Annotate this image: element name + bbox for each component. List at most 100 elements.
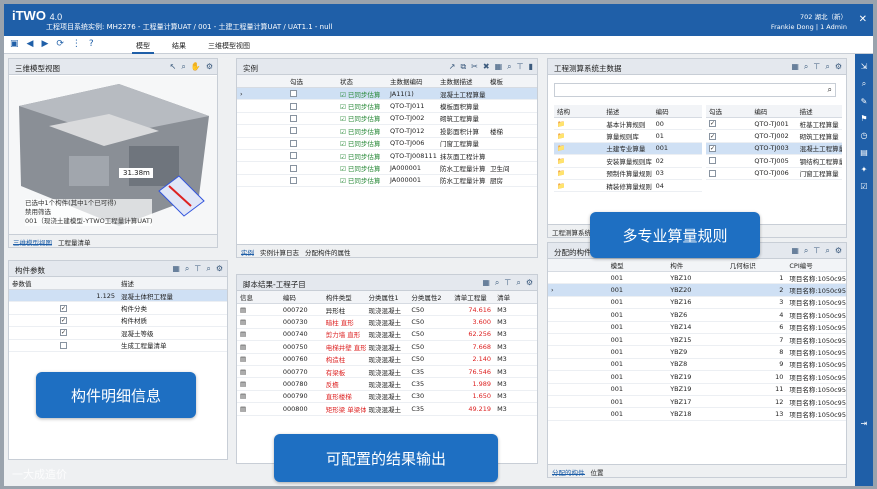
zoom-icon[interactable]: ⌕ <box>206 264 210 274</box>
table-row[interactable]: 001YBZ64项目名称:1050c95a-9d3 <box>548 308 846 322</box>
column-header[interactable]: 描述 <box>118 277 227 290</box>
table-row[interactable]: ☑ 已同步估算 QTO-TJ012 投影面积计算 楼梯 <box>237 124 537 138</box>
table-row[interactable]: 001YBZ1911项目名称:1050c95a-9d3 <box>548 383 846 396</box>
search-icon[interactable]: ⌕ <box>507 62 511 72</box>
table-row[interactable]: ▤ 000790 直形楼梯 现浇混凝土 C30 1.650 M3 <box>237 390 537 404</box>
checkbox[interactable] <box>290 176 297 184</box>
share-icon[interactable]: ↗ <box>449 62 456 72</box>
zoom-icon[interactable]: ⌕ <box>516 278 520 288</box>
table-row[interactable]: ✓ 构件材质 <box>9 314 227 328</box>
select-icon[interactable]: ↖ <box>170 62 177 72</box>
table-row[interactable]: 001YBZ101项目名称:1050c95a-9d3 <box>548 271 846 285</box>
instance-tab-2[interactable]: 分配构件的属性 <box>305 247 351 257</box>
grid-icon[interactable]: ▦ <box>172 264 180 274</box>
forward-icon[interactable]: ▶ <box>41 39 48 49</box>
search-icon[interactable]: ⌕ <box>862 79 866 89</box>
column-header[interactable]: 分类属性2 <box>408 291 452 304</box>
checkbox[interactable] <box>290 90 297 98</box>
table-row[interactable]: 001YBZ163项目名称:1050c95a-9d3 <box>548 296 846 310</box>
grid-icon[interactable]: ▦ <box>791 246 799 256</box>
tab-1[interactable]: 结果 <box>168 40 190 54</box>
checklist-icon[interactable]: ☑ <box>860 182 867 191</box>
table-row[interactable]: 001YBZ98项目名称:1050c95a-9d3 <box>548 345 846 359</box>
table-row[interactable]: 001YBZ146项目名称:1050c95a-9d3 <box>548 321 846 334</box>
column-header[interactable]: 勾选 <box>287 75 337 88</box>
checkbox[interactable] <box>290 127 297 135</box>
document-icon[interactable]: ▤ <box>860 148 868 157</box>
table-row[interactable]: ☑ 已同步估算 JA000001 防水工程量计算 卫生间 <box>237 161 537 175</box>
model3d-tab-1[interactable]: 工程量清单 <box>58 237 91 247</box>
user-info[interactable]: 702 湖北（新） Frankie Dong | 1 Admin <box>771 12 847 32</box>
table-row[interactable]: ▤ 000740 剪力墙 直形 现浇混凝土 C50 62.256 M3 <box>237 328 537 342</box>
back-icon[interactable]: ◀ <box>27 39 34 49</box>
grid-icon[interactable]: ▦ <box>791 62 799 72</box>
tab-2[interactable]: 三维模型视图 <box>204 40 254 54</box>
help-icon[interactable]: ? <box>89 39 94 49</box>
search-input[interactable]: ⌕ <box>554 83 836 97</box>
table-row[interactable]: ▤ 000730 暗柱 直形 现浇混凝土 C50 3.600 M3 <box>237 315 537 329</box>
column-header[interactable]: CPI编号 <box>786 259 846 272</box>
clock-icon[interactable]: ◷ <box>861 131 868 140</box>
table-row[interactable]: ✓ QTO-TJ001 桩基工程算量 <box>706 117 842 131</box>
table-row[interactable]: ▤ 000770 有梁板 现浇混凝土 C35 76.546 M3 <box>237 365 537 379</box>
column-header[interactable]: 清单工程量 <box>451 291 495 304</box>
search-icon[interactable]: ⌕ <box>495 278 499 288</box>
filter-icon[interactable]: ⊤ <box>813 246 820 256</box>
column-header[interactable] <box>548 259 608 272</box>
table-row[interactable]: ▤ 000750 电梯井壁 直形 现浇混凝土 C50 7.668 M3 <box>237 340 537 354</box>
table-row[interactable]: › ☑ 已同步估算 JA11(1) 混凝土工程算量 <box>237 87 537 101</box>
search-icon[interactable]: ⌕ <box>804 246 808 256</box>
table-row[interactable]: ☑ 已同步估算 QTO-TJ002 砌筑工程算量 <box>237 112 537 126</box>
column-header[interactable]: 几何标识 <box>726 259 787 272</box>
filter-icon[interactable]: ⊤ <box>194 264 201 274</box>
bookmark-icon[interactable]: ▮ <box>529 62 533 72</box>
tree-row[interactable]: 📁 预制件算量规则 03 <box>554 167 702 180</box>
assigned-tab-0[interactable]: 分配的构件 <box>552 467 585 477</box>
hand-icon[interactable]: ✋ <box>191 62 201 72</box>
table-row[interactable]: 001YBZ1813项目名称:1050c95a-9d3 <box>548 407 846 421</box>
table-row[interactable]: 001YBZ1910项目名称:1050c95a-9d3 <box>548 370 846 384</box>
collapse-icon[interactable]: ⇥ <box>861 419 868 428</box>
zoom-icon[interactable]: ⌕ <box>181 62 185 72</box>
checkbox[interactable]: ✓ <box>60 304 67 312</box>
filter-icon[interactable]: ⊤ <box>813 62 820 72</box>
gear-icon[interactable]: ⚙ <box>216 264 223 274</box>
checkbox[interactable] <box>290 152 297 160</box>
checkbox[interactable] <box>290 114 297 122</box>
table-row[interactable]: ▤ 000720 异形柱 现浇混凝土 C50 74.616 M3 <box>237 303 537 317</box>
column-header[interactable]: 清单 <box>494 291 537 304</box>
checkbox[interactable] <box>60 341 67 349</box>
instance-tab-1[interactable]: 实例计算日志 <box>260 247 299 257</box>
more-icon[interactable]: ⋮ <box>72 39 81 49</box>
gear-icon[interactable]: ⚙ <box>835 246 842 256</box>
column-header[interactable]: 勾选 <box>706 105 752 118</box>
gear-icon[interactable]: ⚙ <box>206 62 213 72</box>
table-row[interactable]: 001YBZ1712项目名称:1050c95a-9d3 <box>548 395 846 409</box>
flag-icon[interactable]: ⚑ <box>860 114 867 123</box>
column-header[interactable]: 主数据描述 <box>437 75 487 88</box>
table-row[interactable]: ▤ 000780 反檐 现浇混凝土 C35 1.989 M3 <box>237 377 537 391</box>
checkbox[interactable]: ✓ <box>60 316 67 324</box>
filter-icon[interactable]: ⊤ <box>517 62 524 72</box>
tree-row[interactable]: 📁 精装修算量规则 04 <box>554 179 702 193</box>
tab-0[interactable]: 模型 <box>132 40 154 54</box>
table-row[interactable]: ✓ QTO-TJ003 混凝土工程算量 <box>706 142 842 156</box>
delete-icon[interactable]: ✖ <box>483 62 490 72</box>
table-row[interactable]: 1.125 混凝土体积工程量 <box>9 289 227 303</box>
table-row[interactable]: ▤ 000760 构造柱 现浇混凝土 C50 2.140 M3 <box>237 353 537 366</box>
wand-icon[interactable]: ✦ <box>861 165 868 174</box>
table-row[interactable]: ✓ 构件分类 <box>9 301 227 315</box>
grid-icon[interactable]: ▦ <box>495 62 503 72</box>
checkbox[interactable] <box>290 139 297 147</box>
cut-icon[interactable]: ✂ <box>471 62 478 72</box>
column-header[interactable]: 参数值 <box>9 277 118 290</box>
instance-tab-0[interactable]: 实例 <box>241 247 254 257</box>
zoom-icon[interactable]: ⌕ <box>825 62 829 72</box>
table-row[interactable]: ☑ 已同步估算 QTO-TJ006 门窗工程算量 <box>237 137 537 150</box>
table-row[interactable]: 001YBZ89项目名称:1050c95a-9d3 <box>548 358 846 372</box>
checkbox[interactable]: ✓ <box>709 132 716 140</box>
search-icon[interactable]: ⌕ <box>185 264 189 274</box>
table-row[interactable]: ▤ 000800 矩形梁 单梁体 现浇混凝土 C35 49.219 M3 <box>237 402 537 416</box>
column-header[interactable]: 结构 <box>554 105 604 118</box>
checkbox[interactable]: ✓ <box>709 120 716 128</box>
